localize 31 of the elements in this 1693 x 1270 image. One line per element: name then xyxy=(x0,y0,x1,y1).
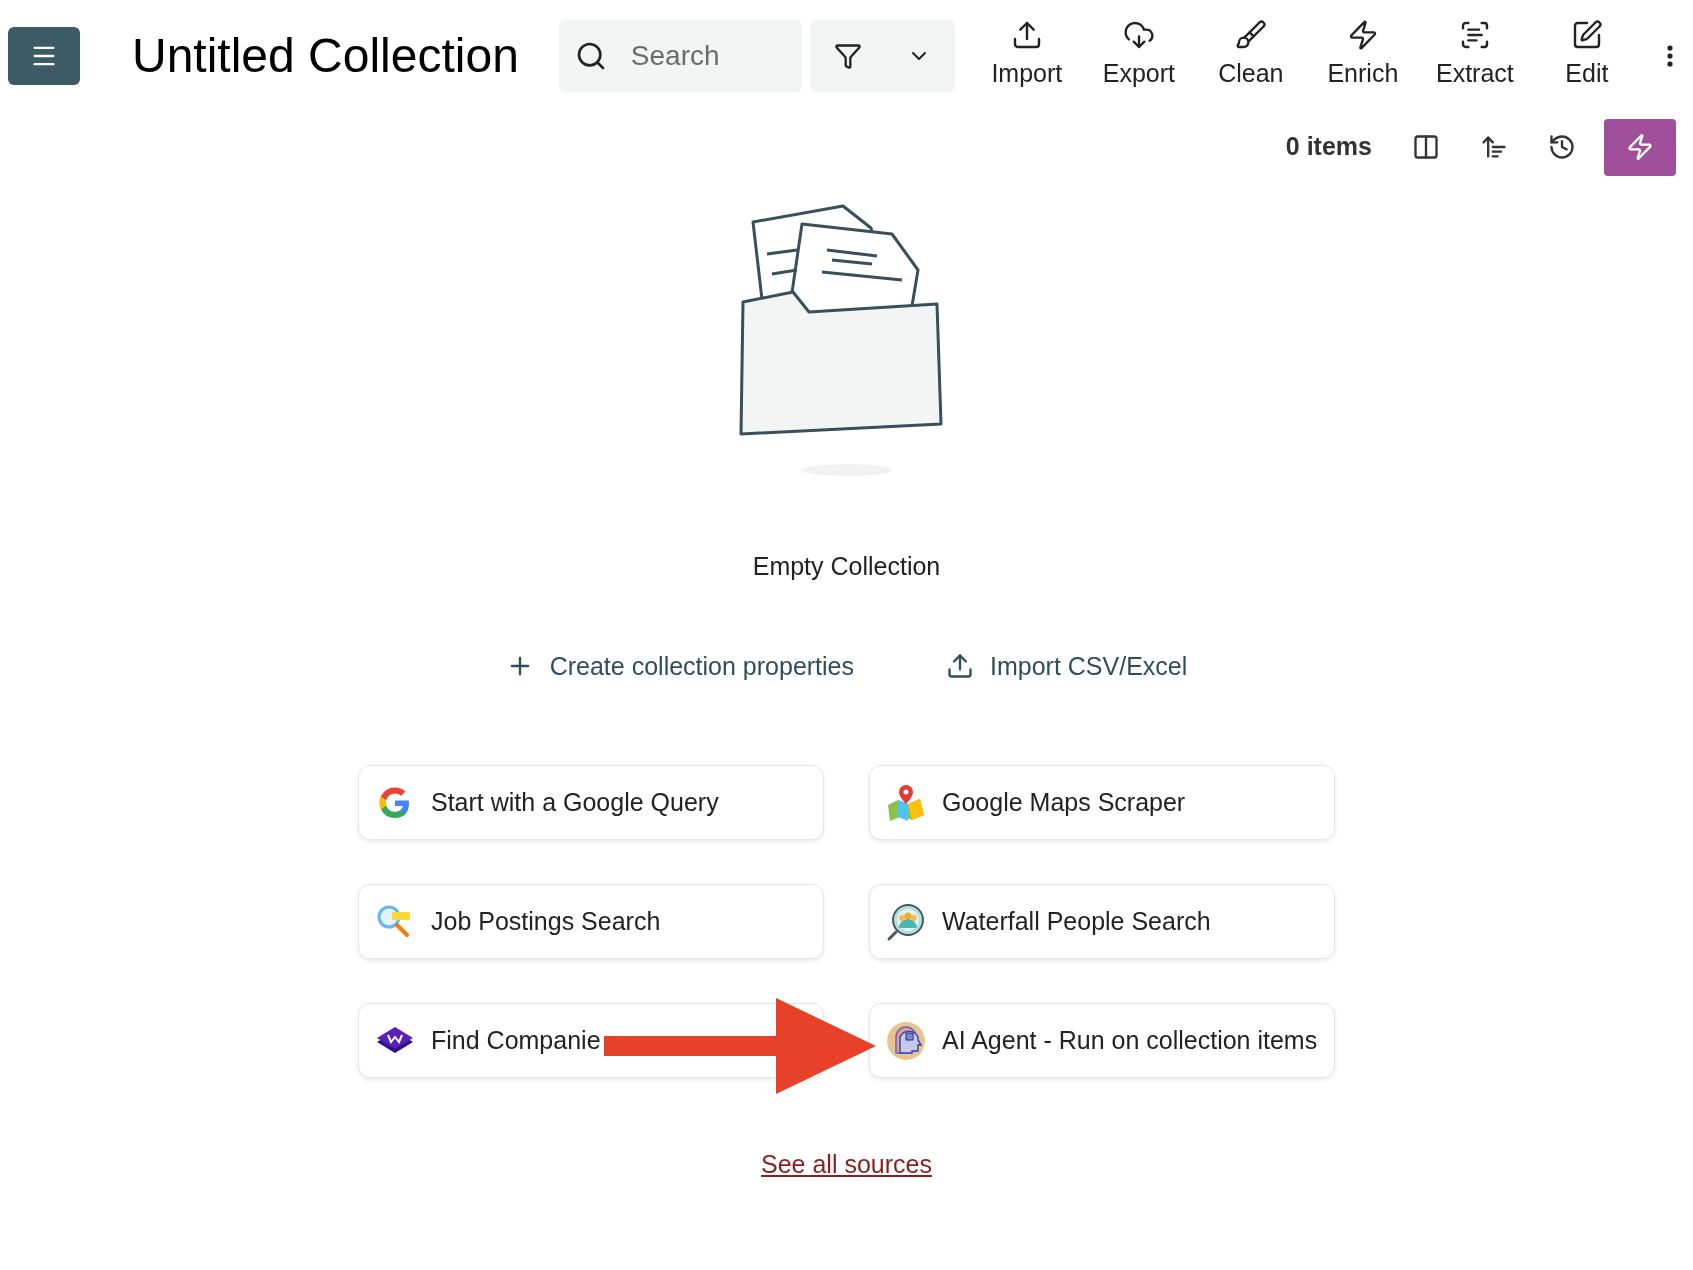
source-card[interactable]: Job Postings Search xyxy=(358,884,824,959)
item-count: 0 items xyxy=(1285,131,1372,163)
lightning-button[interactable] xyxy=(1604,118,1676,176)
more-icon xyxy=(1666,45,1673,67)
source-card[interactable]: Google Maps Scraper xyxy=(869,765,1335,840)
source-card[interactable]: Waterfall People Search xyxy=(869,884,1335,959)
empty-message: Empty Collection xyxy=(752,551,941,582)
history-icon[interactable] xyxy=(1548,133,1576,161)
action-link[interactable]: Import CSV/Excel xyxy=(946,647,1188,685)
toolbar-button[interactable]: Extract xyxy=(1418,19,1531,93)
action-link[interactable]: Create collection properties xyxy=(505,647,854,685)
toolbar-button[interactable]: Export xyxy=(1082,19,1195,93)
source-card[interactable]: AI Agent - Run on collection items xyxy=(869,1003,1335,1078)
filter-icon xyxy=(833,42,862,70)
toolbar-button[interactable]: Import xyxy=(970,19,1083,93)
toolbar-button[interactable]: Edit xyxy=(1530,19,1643,93)
menu-button[interactable] xyxy=(8,27,80,85)
more-button[interactable] xyxy=(1666,45,1673,67)
filter-dropdown[interactable] xyxy=(809,20,955,92)
lightning-icon xyxy=(1626,133,1654,161)
ai-head-icon xyxy=(886,1020,926,1061)
search-field[interactable]: Search xyxy=(558,20,802,92)
columns-icon[interactable] xyxy=(1412,133,1440,161)
see-all-link[interactable]: See all sources xyxy=(761,1146,932,1184)
collection-title: Untitled Collection xyxy=(132,28,519,84)
toolbar-button[interactable]: Clean xyxy=(1194,19,1307,93)
source-card[interactable]: Start with a Google Query xyxy=(358,765,824,840)
people-search-icon xyxy=(886,901,926,942)
toolbar-button[interactable]: Enrich xyxy=(1306,19,1419,93)
map-pin-icon xyxy=(886,782,926,823)
upload-icon xyxy=(946,652,974,681)
